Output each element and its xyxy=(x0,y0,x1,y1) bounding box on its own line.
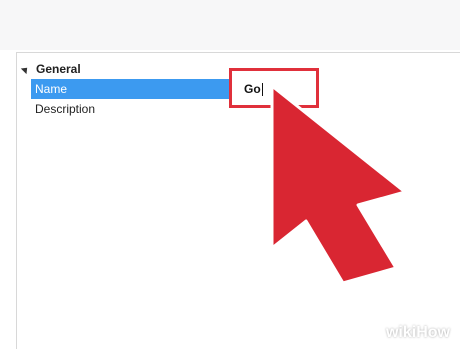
window-top-area xyxy=(0,0,460,50)
property-row-description[interactable]: Description xyxy=(31,99,95,119)
property-row-name[interactable]: Name xyxy=(31,79,231,99)
collapse-triangle-icon[interactable] xyxy=(20,64,31,74)
property-label-name: Name xyxy=(35,82,68,96)
wikihow-watermark: wikiHow xyxy=(385,324,450,341)
property-group-general[interactable]: General xyxy=(20,60,81,78)
group-label: General xyxy=(36,62,81,76)
property-label-description: Description xyxy=(35,102,96,116)
highlight-box xyxy=(229,68,319,108)
